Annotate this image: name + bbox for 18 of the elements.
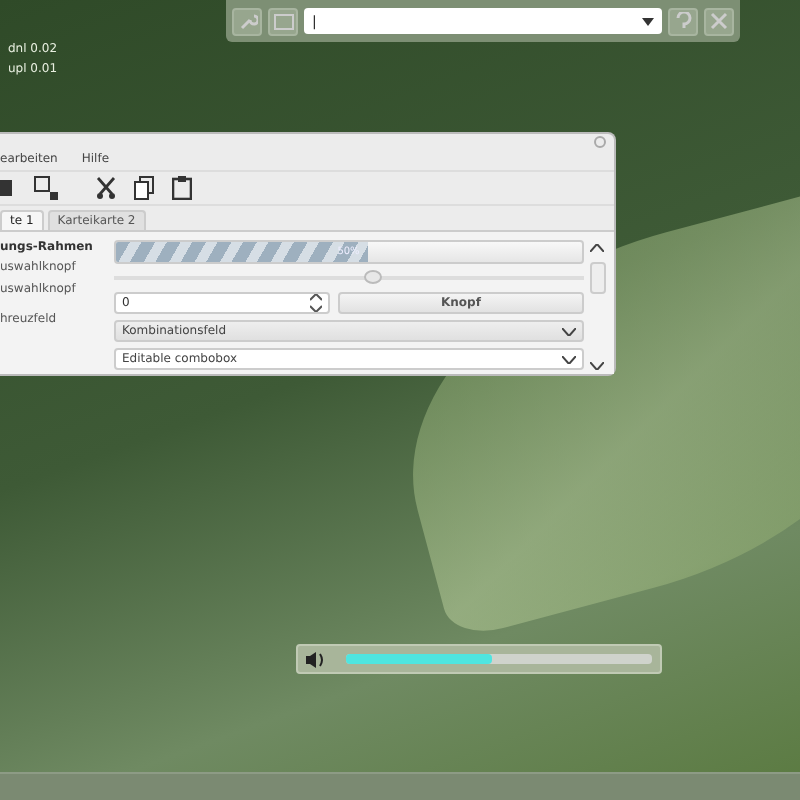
wrench-icon: [237, 11, 257, 31]
spin-arrows-icon: [310, 294, 322, 312]
chevron-down-icon: [562, 327, 576, 335]
chevron-down-icon: [562, 355, 576, 363]
scroll-up-icon[interactable]: [590, 244, 604, 252]
toolbar-icon[interactable]: [0, 178, 16, 199]
window-icon[interactable]: [34, 176, 58, 201]
paste-icon[interactable]: [172, 176, 192, 201]
speaker-icon: [306, 651, 326, 667]
screen-icon: [273, 13, 293, 29]
help-icon: [675, 11, 691, 31]
scrollbar-thumb[interactable]: [589, 262, 605, 294]
copy-icon[interactable]: [134, 176, 154, 201]
scroll-down-icon[interactable]: [590, 362, 604, 370]
caret-icon: [642, 17, 654, 25]
close-icon: [710, 12, 728, 30]
cut-icon[interactable]: [96, 176, 116, 201]
slider-handle[interactable]: [364, 270, 383, 284]
